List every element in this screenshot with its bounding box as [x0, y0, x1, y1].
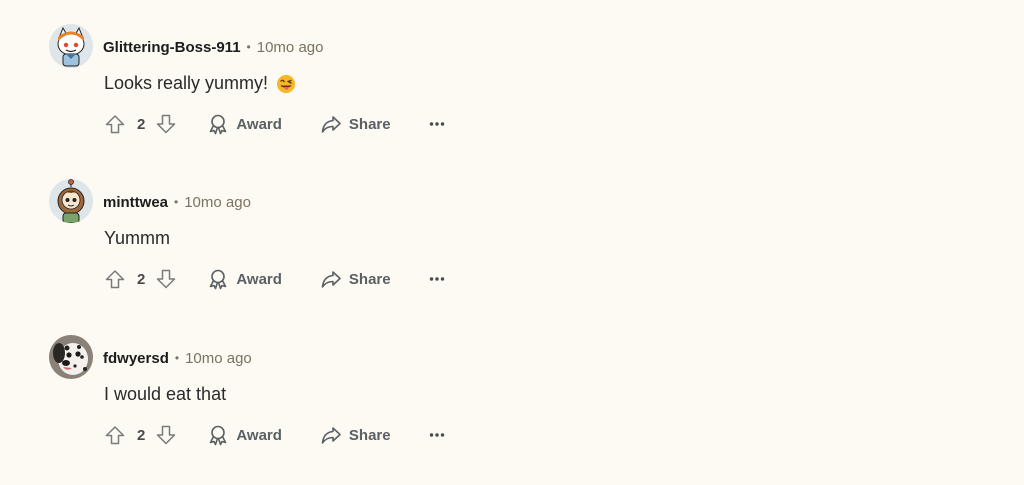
comment-meta: Glittering-Boss-911 • 10mo ago: [103, 37, 323, 57]
face-with-tongue-icon: [276, 74, 296, 94]
comment-actions: 2 Award Share: [104, 266, 445, 292]
comment-text: Yummm: [104, 228, 171, 248]
separator-dot: •: [174, 351, 180, 365]
share-icon: [321, 427, 341, 444]
more-options-button[interactable]: [429, 269, 445, 289]
upvote-arrow-icon: [105, 426, 125, 445]
timestamp[interactable]: 10mo ago: [184, 194, 251, 211]
avatar[interactable]: [49, 335, 93, 379]
more-options-button[interactable]: [429, 425, 445, 445]
award-button[interactable]: Award: [207, 424, 282, 446]
username[interactable]: Glittering-Boss-911: [103, 39, 241, 56]
comment-body: I would eat that: [104, 384, 226, 405]
downvote-arrow-icon: [157, 114, 176, 134]
award-icon: [210, 269, 227, 290]
award-label: Award: [236, 426, 282, 444]
separator-dot: •: [174, 195, 179, 209]
downvote-arrow-icon: [157, 269, 176, 289]
upvote-button[interactable]: [104, 268, 126, 290]
upvote-arrow-icon: [105, 115, 125, 134]
share-label: Share: [348, 115, 391, 133]
separator-dot: •: [246, 40, 251, 54]
share-label: Share: [348, 270, 391, 288]
share-button[interactable]: Share: [320, 268, 391, 290]
dalmatian-avatar-icon: [49, 335, 93, 379]
more-horizontal-icon: [429, 433, 444, 437]
username[interactable]: fdwyersd: [103, 350, 169, 367]
downvote-arrow-icon: [157, 425, 176, 445]
downvote-button[interactable]: [155, 424, 177, 446]
vote-count: 2: [137, 270, 146, 288]
upvote-arrow-icon: [105, 270, 125, 289]
comment: minttwea • 10mo ago Yummm 2 Award Share: [0, 179, 1024, 329]
share-icon: [321, 271, 341, 288]
timestamp[interactable]: 10mo ago: [257, 39, 324, 56]
comment: fdwyersd • 10mo ago I would eat that 2 A…: [0, 335, 1024, 485]
downvote-button[interactable]: [155, 113, 177, 135]
comment-meta: minttwea • 10mo ago: [103, 192, 251, 212]
award-button[interactable]: Award: [207, 113, 282, 135]
comment-actions: 2 Award Share: [104, 111, 445, 137]
comment-body: Looks really yummy!: [104, 73, 296, 94]
upvote-button[interactable]: [104, 424, 126, 446]
username[interactable]: minttwea: [103, 194, 168, 211]
comment: Glittering-Boss-911 • 10mo ago Looks rea…: [0, 24, 1024, 174]
award-icon: [210, 114, 227, 135]
comment-text: I would eat that: [104, 384, 227, 404]
comment-actions: 2 Award Share: [104, 422, 445, 448]
avatar[interactable]: [49, 179, 93, 223]
award-label: Award: [236, 115, 282, 133]
snoo-avatar-icon: [49, 179, 93, 223]
more-options-button[interactable]: [429, 114, 445, 134]
more-horizontal-icon: [429, 122, 444, 126]
award-label: Award: [236, 270, 282, 288]
award-button[interactable]: Award: [207, 268, 282, 290]
downvote-button[interactable]: [155, 268, 177, 290]
share-icon: [321, 116, 341, 133]
comment-meta: fdwyersd • 10mo ago: [103, 348, 252, 368]
upvote-button[interactable]: [104, 113, 126, 135]
comment-body: Yummm: [104, 228, 170, 249]
vote-count: 2: [137, 115, 146, 133]
share-label: Share: [348, 426, 391, 444]
share-button[interactable]: Share: [320, 424, 391, 446]
comment-text: Looks really yummy!: [104, 73, 269, 93]
vote-count: 2: [137, 426, 146, 444]
avatar[interactable]: [49, 24, 93, 68]
award-icon: [210, 425, 227, 446]
snoo-avatar-icon: [49, 24, 93, 68]
share-button[interactable]: Share: [320, 113, 391, 135]
timestamp[interactable]: 10mo ago: [185, 350, 252, 367]
more-horizontal-icon: [429, 277, 444, 281]
